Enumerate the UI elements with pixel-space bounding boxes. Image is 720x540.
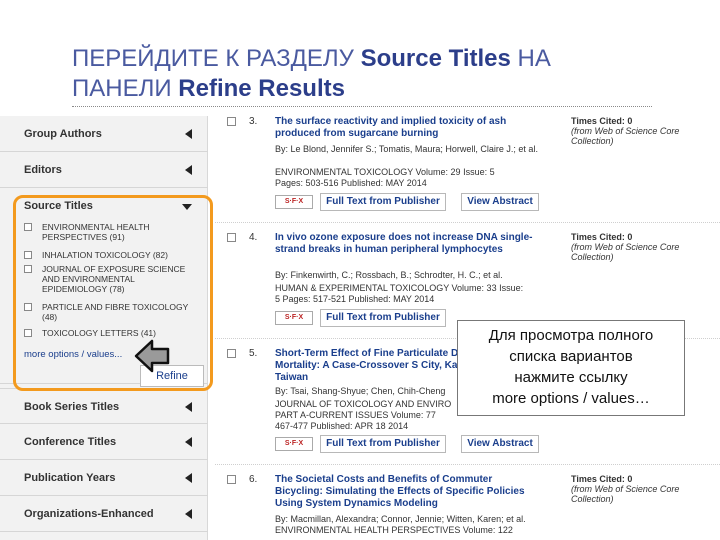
result-divider (215, 464, 720, 465)
result-checkbox[interactable] (227, 117, 236, 126)
panel-book-series[interactable]: Book Series Titles (0, 388, 208, 424)
sfx-button[interactable]: S·F·X (275, 195, 313, 209)
panel-organizations[interactable]: Organizations-Enhanced (0, 496, 208, 532)
source-titles-highlight (13, 195, 213, 391)
view-abstract-button[interactable]: View Abstract (461, 435, 539, 453)
title-refine-results: Refine Results (178, 75, 345, 102)
collapse-left-icon[interactable] (185, 437, 192, 447)
panel-conference[interactable]: Conference Titles (0, 424, 208, 460)
instruction-callout: Для просмотра полного списка вариантов н… (457, 320, 685, 416)
collapse-left-icon[interactable] (185, 129, 192, 139)
result-title-link[interactable]: In vivo ozone exposure does not increase… (275, 232, 537, 256)
full-text-button[interactable]: Full Text from Publisher (320, 309, 446, 327)
collapse-left-icon[interactable] (185, 165, 192, 175)
collapse-left-icon[interactable] (185, 509, 192, 519)
view-abstract-button[interactable]: View Abstract (461, 193, 539, 211)
result-checkbox[interactable] (227, 349, 236, 358)
result-title-link[interactable]: The Societal Costs and Benefits of Commu… (275, 474, 537, 510)
result-item: 6. The Societal Costs and Benefits of Co… (215, 472, 720, 540)
sfx-button[interactable]: S·F·X (275, 311, 313, 325)
panel-group-authors[interactable]: Group Authors (0, 116, 208, 152)
result-title-link[interactable]: The surface reactivity and implied toxic… (275, 116, 537, 140)
times-cited: Times Cited: 0 (from Web of Science Core … (571, 116, 680, 146)
collapse-left-icon[interactable] (185, 473, 192, 483)
full-text-button[interactable]: Full Text from Publisher (320, 193, 446, 211)
title-source-titles: Source Titles (360, 45, 511, 72)
panel-editors[interactable]: Editors (0, 152, 208, 188)
result-item: 3. The surface reactivity and implied to… (215, 114, 720, 224)
collapse-left-icon[interactable] (185, 402, 192, 412)
full-text-button[interactable]: Full Text from Publisher (320, 435, 446, 453)
result-item: 4. In vivo ozone exposure does not incre… (215, 230, 720, 330)
panel-publication-years[interactable]: Publication Years (0, 460, 208, 496)
times-cited: Times Cited: 0 (from Web of Science Core … (571, 474, 680, 504)
title-divider (72, 106, 652, 107)
result-checkbox[interactable] (227, 475, 236, 484)
slide-title: ПЕРЕЙДИТЕ К РАЗДЕЛУ Source Titles НА ПАН… (72, 45, 551, 102)
result-divider (215, 222, 720, 223)
sfx-button[interactable]: S·F·X (275, 437, 313, 451)
result-checkbox[interactable] (227, 233, 236, 242)
times-cited: Times Cited: 0 (from Web of Science Core … (571, 232, 680, 262)
